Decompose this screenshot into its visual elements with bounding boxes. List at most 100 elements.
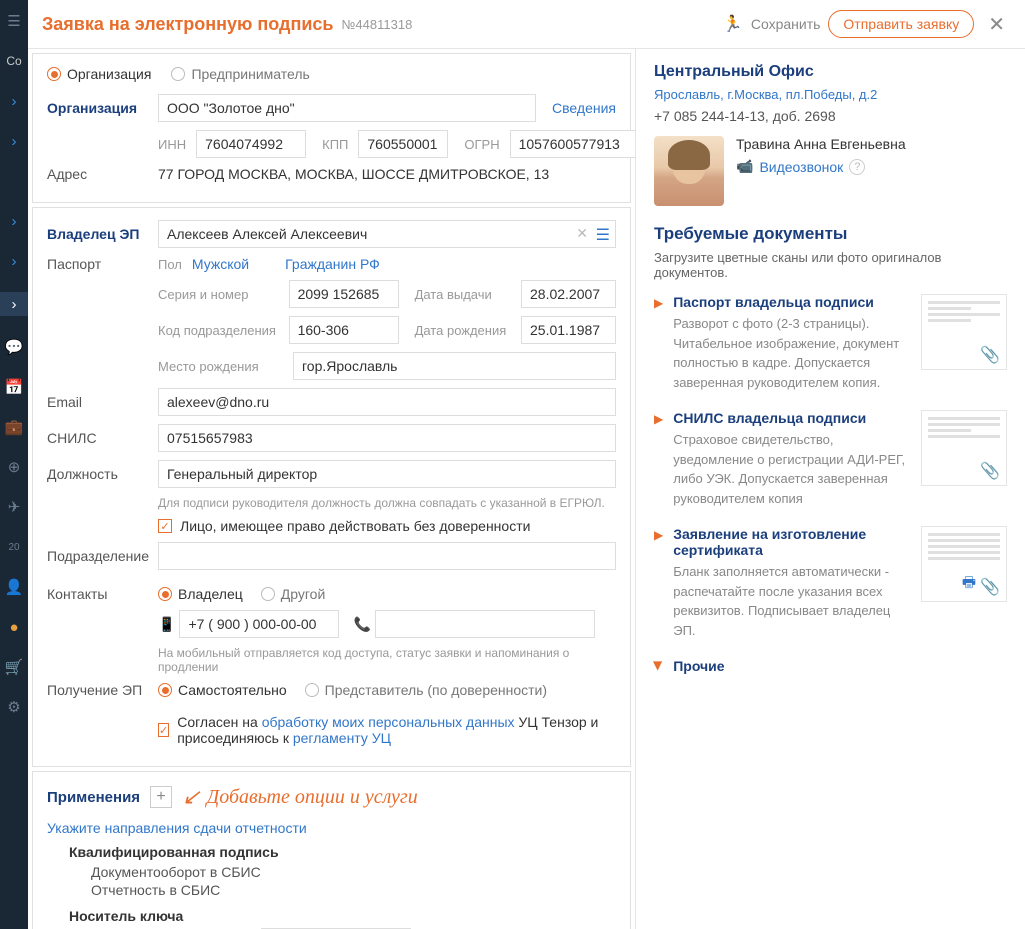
phone-icon: 📞 — [353, 616, 370, 633]
nav-calendar-icon[interactable]: 📅 — [5, 378, 23, 396]
birthplace-input[interactable] — [293, 352, 616, 380]
request-number: №44811318 — [341, 17, 412, 32]
nav-send-icon[interactable]: ✈ — [5, 498, 23, 516]
app-item: Отчетность в СБИС — [47, 882, 616, 898]
doc-statement[interactable]: ▶ Заявление на изготовление сертификата … — [654, 526, 1007, 640]
chevron-icon: ▶ — [654, 410, 663, 508]
org-details-link[interactable]: Сведения — [552, 100, 616, 116]
phone-hint: На мобильный отправляется код доступа, с… — [158, 646, 616, 674]
serial-label: Серия и номер — [158, 287, 279, 302]
consent-checkbox[interactable]: ✓ Согласен на обработку моих персональны… — [158, 714, 616, 746]
department-input[interactable] — [158, 542, 616, 570]
nav-co[interactable]: Co — [5, 52, 23, 70]
radio-organization[interactable]: Организация — [47, 66, 151, 82]
doc-thumb[interactable]: 📎 — [921, 294, 1007, 370]
add-app-button[interactable]: + — [150, 786, 172, 808]
owner-name-input[interactable] — [158, 220, 616, 248]
radio-receive-rep[interactable]: Представитель (по доверенности) — [305, 682, 547, 698]
nav-avatar-icon[interactable]: 👤 — [5, 578, 23, 596]
print-icon[interactable]: 🖶 — [962, 572, 976, 597]
nav-date-icon[interactable]: 20 — [5, 538, 23, 556]
office-phone: +7 085 244-14-13, доб. 2698 — [654, 108, 1007, 124]
nav-misc-icon[interactable]: ⚙ — [5, 698, 23, 716]
doc-title: Заявление на изготовление сертификата — [673, 526, 911, 558]
clear-icon[interactable]: ✕ — [576, 225, 588, 242]
doc-title: СНИЛС владельца подписи — [673, 410, 911, 426]
nav-chat-icon[interactable]: 💬 — [5, 338, 23, 356]
doc-desc: Разворот с фото (2-3 страницы). Читабель… — [673, 314, 911, 392]
nav-item[interactable]: › — [5, 252, 23, 270]
org-name-input[interactable] — [158, 94, 536, 122]
nav-item[interactable]: › — [5, 132, 23, 150]
chevron-icon: ▶ — [654, 294, 663, 392]
nav-menu-icon[interactable]: ☰ — [5, 12, 23, 30]
consent-link-1[interactable]: обработку моих персональных данных — [262, 714, 515, 730]
nav-cart-icon[interactable]: 🛒 — [5, 658, 23, 676]
chevron-icon: ▶ — [654, 526, 663, 640]
org-label: Организация — [47, 100, 152, 116]
serial-input[interactable] — [289, 280, 399, 308]
radio-contact-other[interactable]: Другой — [261, 586, 326, 602]
doc-snils[interactable]: ▶ СНИЛС владельца подписи Страховое свид… — [654, 410, 1007, 508]
docs-subtitle: Загрузите цветные сканы или фото оригина… — [654, 250, 1007, 280]
address-label: Адрес — [47, 166, 152, 182]
citizen-link[interactable]: Гражданин РФ — [285, 256, 380, 272]
birth-input[interactable] — [521, 316, 616, 344]
passport-label: Паспорт — [47, 256, 152, 272]
address-value: 77 ГОРОД МОСКВА, МОСКВА, ШОССЕ ДМИТРОВСК… — [158, 166, 549, 182]
radio-entrepreneur[interactable]: Предприниматель — [171, 66, 309, 82]
save-button[interactable]: Сохранить — [751, 16, 821, 32]
nav-add-icon[interactable]: ⊕ — [5, 458, 23, 476]
doc-desc: Страховое свидетельство, уведомление о р… — [673, 430, 911, 508]
inn-input[interactable] — [196, 130, 306, 158]
directions-link[interactable]: Укажите направления сдачи отчетности — [47, 820, 616, 836]
position-input[interactable] — [158, 460, 616, 488]
radio-receive-self[interactable]: Самостоятельно — [158, 682, 287, 698]
nav-item[interactable]: › — [5, 212, 23, 230]
kpp-input[interactable] — [358, 130, 448, 158]
doc-thumb[interactable]: 🖶 📎 — [921, 526, 1007, 602]
deptcode-label: Код подразделения — [158, 323, 279, 338]
rights-checkbox[interactable]: ✓Лицо, имеющее право действовать без дов… — [158, 518, 530, 534]
app-group-2: Носитель ключа — [47, 908, 616, 924]
nav-briefcase-icon[interactable]: 💼 — [5, 418, 23, 436]
issue-input[interactable] — [521, 280, 616, 308]
doc-desc: Бланк заполняется автоматически - распеч… — [673, 562, 911, 640]
hint-arrow: ↙Добавьте опции и услуги — [182, 784, 418, 810]
radio-contact-owner[interactable]: Владелец — [158, 586, 243, 602]
help-icon[interactable]: ? — [849, 159, 865, 175]
email-input[interactable] — [158, 388, 616, 416]
phone-input[interactable] — [179, 610, 339, 638]
submit-button[interactable]: Отправить заявку — [828, 10, 974, 38]
birth-label: Дата рождения — [415, 323, 511, 338]
ogrn-input[interactable] — [510, 130, 635, 158]
snils-label: СНИЛС — [47, 430, 152, 446]
attach-icon[interactable]: 📎 — [980, 345, 1000, 365]
consent-link-2[interactable]: регламенту УЦ — [293, 730, 391, 746]
video-call-link[interactable]: 📹 Видеозвонок ? — [736, 158, 906, 175]
snils-input[interactable] — [158, 424, 616, 452]
close-icon[interactable]: ✕ — [982, 12, 1011, 37]
attach-icon[interactable]: 📎 — [980, 577, 1000, 597]
nav-item[interactable]: › — [5, 92, 23, 110]
birthplace-label: Место рождения — [158, 359, 283, 374]
receive-label: Получение ЭП — [47, 682, 152, 698]
phone2-input[interactable] — [375, 610, 595, 638]
doc-thumb[interactable]: 📎 — [921, 410, 1007, 486]
nav-item[interactable] — [5, 172, 23, 190]
docs-title: Требуемые документы — [654, 224, 1007, 244]
doc-title: Паспорт владельца подписи — [673, 294, 911, 310]
page-title: Заявка на электронную подпись — [42, 14, 333, 35]
avatar — [654, 136, 724, 206]
nav-dot-icon[interactable]: ● — [5, 618, 23, 636]
attach-icon[interactable]: 📎 — [980, 461, 1000, 481]
doc-other[interactable]: ▶ Прочие — [654, 658, 1007, 674]
deptcode-input[interactable] — [289, 316, 399, 344]
list-icon[interactable]: ☰ — [596, 225, 610, 245]
sex-value[interactable]: Мужской — [192, 256, 249, 272]
camera-icon: 📹 — [736, 158, 753, 175]
nav-item-active[interactable]: › — [0, 292, 28, 316]
office-address[interactable]: Ярославль, г.Москва, пл.Победы, д.2 — [654, 87, 1007, 102]
doc-passport[interactable]: ▶ Паспорт владельца подписи Разворот с ф… — [654, 294, 1007, 392]
position-hint: Для подписи руководителя должность должн… — [158, 496, 605, 510]
